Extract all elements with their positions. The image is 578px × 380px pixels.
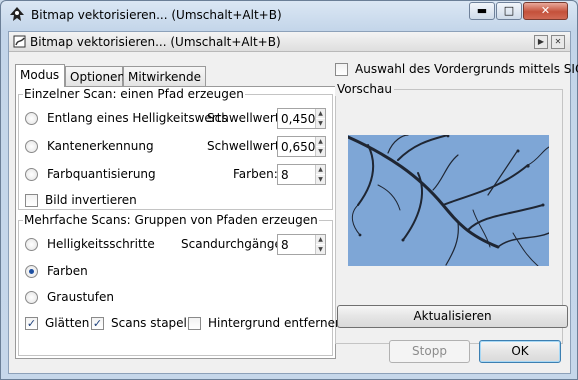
remove-background-label: Hintergrund entfernen <box>208 316 343 330</box>
radio-selected-dot <box>29 269 34 274</box>
spin-down-icon[interactable]: ▼ <box>316 147 325 156</box>
radio-edge-detection[interactable] <box>25 140 38 153</box>
radio-color-quantization[interactable] <box>25 168 38 181</box>
brightness-cutoff-label: Entlang eines Helligkeitswerts <box>47 111 228 125</box>
siox-checkbox[interactable] <box>335 63 348 76</box>
tab-optionen[interactable]: Optionen <box>65 66 125 86</box>
edge-detection-label: Kantenerkennung <box>47 139 154 153</box>
radio-brightness-steps[interactable] <box>25 238 38 251</box>
spin-down-icon[interactable]: ▼ <box>316 245 325 254</box>
brightness-threshold-label: Schwellwert: <box>207 111 284 125</box>
remove-background-checkbox[interactable] <box>188 317 201 330</box>
tab-mitwirkende[interactable]: Mitwirkende <box>123 66 206 86</box>
spin-up-icon[interactable]: ▲ <box>316 109 325 118</box>
grayscale-label: Graustufen <box>47 290 114 304</box>
edge-threshold-spinbox[interactable]: 0,650 ▲ ▼ <box>277 136 326 157</box>
dock-header: Bitmap vektorisieren... (Umschalt+Alt+B)… <box>9 32 570 52</box>
spin-down-icon[interactable]: ▼ <box>316 175 325 184</box>
spin-arrows: ▲ ▼ <box>315 137 325 156</box>
brightness-threshold-spinbox[interactable]: 0,450 ▲ ▼ <box>277 108 326 129</box>
dock-float-button[interactable]: ▶ <box>534 35 548 49</box>
brightness-steps-label: Helligkeitsschritte <box>47 237 155 251</box>
smooth-label: Glätten <box>45 316 90 330</box>
radio-brightness-cutoff[interactable] <box>25 112 38 125</box>
spin-down-icon[interactable]: ▼ <box>316 119 325 128</box>
tab-modus[interactable]: Modus <box>15 64 65 87</box>
colors-count-label: Farben: <box>233 167 278 181</box>
smooth-checkbox[interactable]: ✓ <box>25 317 38 330</box>
title-bar[interactable]: Bitmap vektorisieren... (Umschalt+Alt+B)… <box>1 1 577 31</box>
preview-image <box>348 135 549 266</box>
inkscape-icon <box>10 7 24 21</box>
radio-colors[interactable] <box>25 265 38 278</box>
invert-image-label: Bild invertieren <box>45 193 137 207</box>
invert-image-checkbox[interactable] <box>25 194 38 207</box>
single-scan-title: Einzelner Scan: einen Pfad erzeugen <box>23 87 245 101</box>
preview-title: Vorschau <box>335 82 394 96</box>
color-quantization-label: Farbquantisierung <box>47 167 156 181</box>
dock-title: Bitmap vektorisieren... (Umschalt+Alt+B) <box>30 35 281 49</box>
edge-threshold-label: Schwellwert: <box>207 139 284 153</box>
brightness-threshold-value: 0,450 <box>281 112 316 126</box>
scan-passes-label: Scandurchgänge: <box>181 237 286 251</box>
trace-bitmap-icon <box>13 35 26 48</box>
multi-scan-title: Mehrfache Scans: Gruppen von Pfaden erze… <box>23 213 319 227</box>
radio-grayscale[interactable] <box>25 291 38 304</box>
colors-count-value: 8 <box>281 168 289 182</box>
spin-up-icon[interactable]: ▲ <box>316 137 325 146</box>
spin-arrows: ▲ ▼ <box>315 165 325 184</box>
stop-button[interactable]: Stopp <box>389 340 470 363</box>
minimize-button[interactable]: ▬ <box>469 2 495 20</box>
maximize-button[interactable]: □ <box>496 2 522 20</box>
scan-passes-value: 8 <box>281 238 289 252</box>
colors-count-spinbox[interactable]: 8 ▲ ▼ <box>277 164 326 185</box>
dialog-client-area: Bitmap vektorisieren... (Umschalt+Alt+B)… <box>8 31 578 374</box>
dock-close-button[interactable]: ✕ <box>551 35 565 49</box>
colors-label: Farben <box>47 264 88 278</box>
dialog-window: Bitmap vektorisieren... (Umschalt+Alt+B)… <box>0 0 578 380</box>
stack-scans-label: Scans stapeln <box>111 316 195 330</box>
window-title: Bitmap vektorisieren... (Umschalt+Alt+B) <box>31 8 282 22</box>
update-preview-button[interactable]: Aktualisieren <box>337 305 568 328</box>
spin-up-icon[interactable]: ▲ <box>316 235 325 244</box>
siox-label: Auswahl des Vordergrunds mittels SIOX <box>355 62 578 76</box>
edge-threshold-value: 0,650 <box>281 140 316 154</box>
ok-button[interactable]: OK <box>479 340 561 363</box>
spin-arrows: ▲ ▼ <box>315 109 325 128</box>
tab-panel-modus: Einzelner Scan: einen Pfad erzeugen Entl… <box>15 86 343 359</box>
scan-passes-spinbox[interactable]: 8 ▲ ▼ <box>277 234 326 255</box>
multi-scan-group: Mehrfache Scans: Gruppen von Pfaden erze… <box>18 213 343 356</box>
spin-up-icon[interactable]: ▲ <box>316 165 325 174</box>
stack-scans-checkbox[interactable]: ✓ <box>91 317 104 330</box>
spin-arrows: ▲ ▼ <box>315 235 325 254</box>
close-button[interactable]: ✕ <box>523 2 568 20</box>
single-scan-group: Einzelner Scan: einen Pfad erzeugen Entl… <box>18 87 333 210</box>
